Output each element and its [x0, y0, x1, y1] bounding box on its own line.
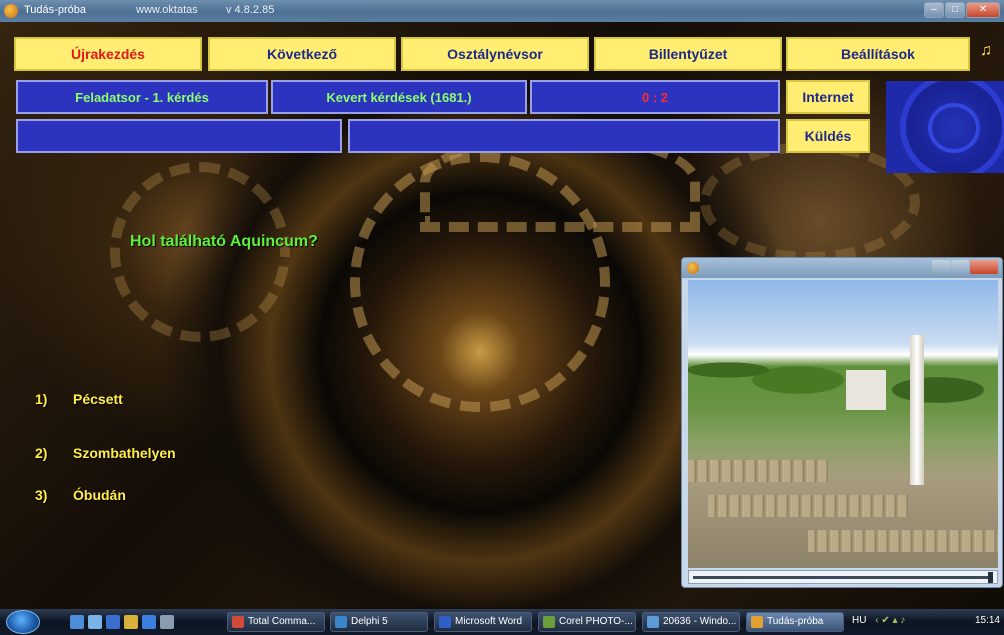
answer-option[interactable]: 3) Óbudán [35, 487, 126, 503]
app-icon [543, 616, 555, 628]
quicklaunch-icon[interactable] [70, 615, 84, 629]
app-icon [232, 616, 244, 628]
taskbar-item-label: Tudás-próba [767, 616, 824, 627]
window-title: Tudás-próba [24, 4, 86, 16]
gear-decoration [110, 162, 290, 342]
language-indicator[interactable]: HU [852, 615, 866, 626]
taskbar-item[interactable]: 20636 - Windo... [642, 612, 740, 632]
photo-trees [688, 320, 998, 420]
photo-ruin-wall [808, 530, 998, 552]
tray-icons[interactable]: ‹ ✔ ▴ ♪ [875, 615, 905, 626]
taskbar-item-label: Corel PHOTO-... [559, 616, 633, 627]
answer-label: Pécsett [73, 391, 123, 407]
seal-logo [886, 81, 1004, 173]
answer-number: 3) [35, 487, 48, 503]
info-panel-left [16, 119, 342, 153]
next-button[interactable]: Következő [208, 37, 396, 71]
mode-panel: Kevert kérdések (1681.) [271, 80, 527, 114]
taskbar-item[interactable]: Corel PHOTO-... [538, 612, 636, 632]
quicklaunch-icon[interactable] [160, 615, 174, 629]
maximize-icon[interactable] [951, 260, 969, 274]
task-panel: Feladatsor - 1. kérdés [16, 80, 268, 114]
photo-ruin-wall [708, 495, 908, 517]
internet-button[interactable]: Internet [786, 80, 870, 114]
maximize-icon[interactable]: □ [945, 2, 965, 18]
app-icon [687, 262, 699, 274]
image-window [681, 257, 1003, 588]
info-panel-right [348, 119, 780, 153]
answer-label: Szombathelyen [73, 445, 176, 461]
word-icon[interactable] [106, 615, 120, 629]
answer-number: 2) [35, 445, 48, 461]
answer-option[interactable]: 1) Pécsett [35, 391, 123, 407]
quicklaunch-icon[interactable] [88, 615, 102, 629]
minimize-icon[interactable] [932, 260, 950, 274]
photo-building [846, 370, 886, 410]
minimize-icon[interactable]: ‒ [924, 2, 944, 18]
answer-number: 1) [35, 391, 48, 407]
taskbar-item-label: 20636 - Windo... [663, 616, 737, 627]
folder-icon [647, 616, 659, 628]
word-icon [439, 616, 451, 628]
close-icon[interactable] [970, 260, 998, 274]
taskbar-item[interactable]: Tudás-próba [746, 612, 844, 632]
image-window-titlebar[interactable] [682, 258, 1002, 278]
settings-button[interactable]: Beállítások [786, 37, 970, 71]
music-icon[interactable]: ♫ [975, 42, 997, 64]
quicklaunch-icon[interactable] [124, 615, 138, 629]
slider-thumb[interactable] [988, 572, 993, 583]
clock[interactable]: 15:14 [975, 612, 1000, 630]
taskbar-item-label: Microsoft Word [455, 616, 523, 627]
taskbar: Total Comma... Delphi 5 Microsoft Word C… [0, 609, 1004, 635]
keyboard-button[interactable]: Billentyűzet [594, 37, 782, 71]
photo-ruin-wall [688, 460, 828, 482]
answer-label: Óbudán [73, 487, 126, 503]
answer-option[interactable]: 2) Szombathelyen [35, 445, 176, 461]
app-icon [751, 616, 763, 628]
app-icon [335, 616, 347, 628]
class-list-button[interactable]: Osztálynévsor [401, 37, 589, 71]
restart-button[interactable]: Újrakezdés [14, 37, 202, 71]
system-tray: HU ‹ ✔ ▴ ♪ 15:14 [852, 612, 1004, 632]
image-window-controls [932, 260, 998, 274]
window-controls: ‒ □ ✕ [924, 2, 1000, 18]
taskbar-item-label: Delphi 5 [351, 616, 388, 627]
question-text: Hol található Aquincum? [130, 233, 318, 250]
photo-column [910, 335, 924, 485]
taskbar-item-label: Total Comma... [248, 616, 316, 627]
taskbar-item[interactable]: Delphi 5 [330, 612, 428, 632]
slider-track [693, 576, 993, 579]
close-icon[interactable]: ✕ [966, 2, 1000, 18]
window-version: v 4.8.2.85 [226, 4, 275, 16]
taskbar-item[interactable]: Total Comma... [227, 612, 325, 632]
window-url: www.oktatas [136, 4, 198, 16]
aquincum-photo [688, 280, 998, 568]
app-icon [4, 4, 18, 18]
score-panel: 0 : 2 [530, 80, 780, 114]
send-button[interactable]: Küldés [786, 119, 870, 153]
title-bar: Tudás-próba www.oktatas v 4.8.2.85 ‒ □ ✕ [0, 0, 1004, 22]
seal-inner [928, 103, 980, 153]
image-slider[interactable] [688, 570, 998, 584]
ie-icon[interactable] [142, 615, 156, 629]
start-button[interactable] [6, 610, 40, 634]
taskbar-item[interactable]: Microsoft Word [434, 612, 532, 632]
